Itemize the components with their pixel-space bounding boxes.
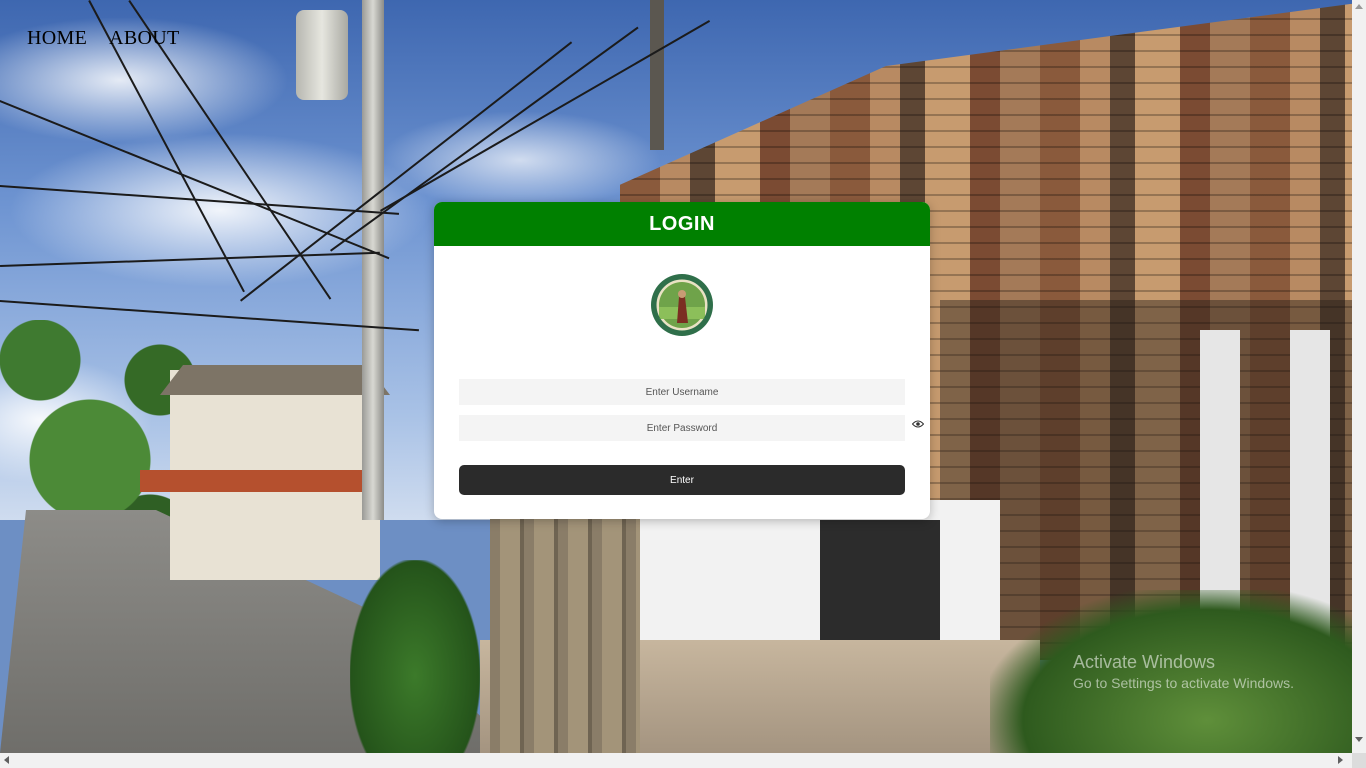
password-input[interactable] bbox=[459, 415, 905, 441]
background-photo: HOME ABOUT LOGIN Enter Activate Windows … bbox=[0, 0, 1352, 753]
horizontal-scrollbar[interactable] bbox=[0, 753, 1352, 768]
nav-home-link[interactable]: HOME bbox=[27, 27, 87, 50]
scroll-right-icon[interactable] bbox=[1338, 756, 1343, 764]
windows-activation-watermark: Activate Windows Go to Settings to activ… bbox=[1073, 652, 1294, 691]
scrollbar-corner bbox=[1352, 753, 1366, 768]
username-input[interactable] bbox=[459, 379, 905, 405]
login-title: LOGIN bbox=[434, 202, 930, 246]
seal-logo bbox=[651, 274, 713, 336]
login-card: LOGIN Enter bbox=[434, 202, 930, 519]
watermark-subtitle: Go to Settings to activate Windows. bbox=[1073, 675, 1294, 691]
eye-icon[interactable] bbox=[912, 419, 924, 429]
watermark-title: Activate Windows bbox=[1073, 652, 1216, 672]
scroll-down-icon[interactable] bbox=[1355, 737, 1363, 742]
scroll-up-icon[interactable] bbox=[1355, 4, 1363, 9]
vertical-scrollbar[interactable] bbox=[1352, 0, 1366, 753]
top-nav: HOME ABOUT bbox=[27, 27, 179, 50]
utility-pole bbox=[362, 0, 384, 520]
scroll-left-icon[interactable] bbox=[4, 756, 9, 764]
enter-button[interactable]: Enter bbox=[459, 465, 905, 495]
nav-about-link[interactable]: ABOUT bbox=[109, 27, 179, 50]
